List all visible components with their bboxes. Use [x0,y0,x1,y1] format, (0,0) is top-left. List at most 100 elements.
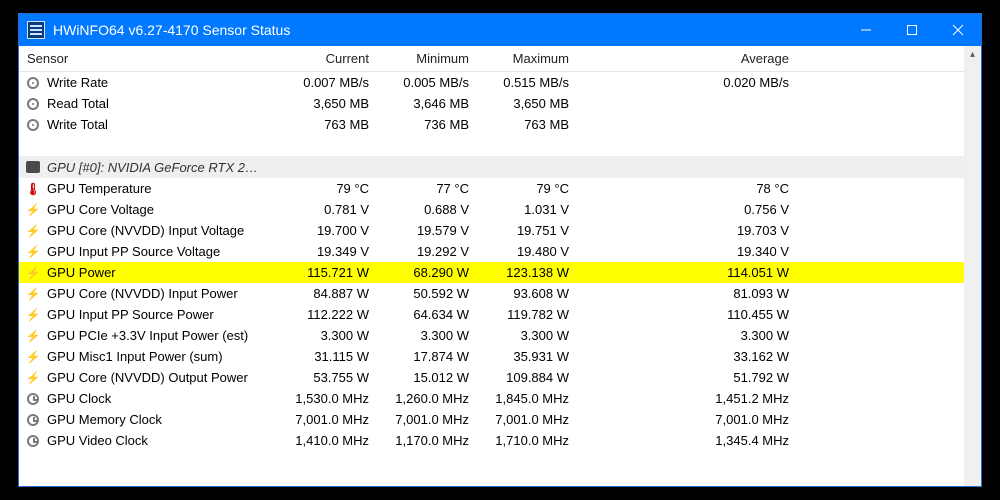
cell-min: 736 MB [379,117,479,132]
table-row[interactable]: ⚡GPU Core (NVVDD) Input Voltage19.700 V1… [19,220,981,241]
table-row[interactable]: ⚡GPU Input PP Source Voltage19.349 V19.2… [19,241,981,262]
cell-min: 1,170.0 MHz [379,433,479,448]
cell-avg: 1,345.4 MHz [579,433,799,448]
sensor-name: GPU Core (NVVDD) Input Power [47,286,279,301]
table-row[interactable]: ⚡GPU PCIe +3.3V Input Power (est)3.300 W… [19,325,981,346]
cell-avg: 78 °C [579,181,799,196]
cell-avg: 7,001.0 MHz [579,412,799,427]
col-header-maximum[interactable]: Maximum [479,51,579,66]
lightning-icon: ⚡ [25,349,41,365]
table-row[interactable]: ⚡GPU Core (NVVDD) Input Power84.887 W50.… [19,283,981,304]
scroll-up-icon[interactable]: ▴ [964,46,981,63]
table-row[interactable]: ⚡GPU Misc1 Input Power (sum)31.115 W17.8… [19,346,981,367]
cell-max: 0.515 MB/s [479,75,579,90]
sensor-name: GPU Misc1 Input Power (sum) [47,349,279,364]
cell-cur: 84.887 W [279,286,379,301]
table-row[interactable]: Write Total763 MB736 MB763 MB [19,114,981,135]
cell-max: 79 °C [479,181,579,196]
table-row[interactable]: 🌡GPU Temperature79 °C77 °C79 °C78 °C [19,178,981,199]
col-header-sensor[interactable]: Sensor [19,51,279,66]
sensor-name: GPU Video Clock [47,433,279,448]
cell-avg: 114.051 W [579,265,799,280]
table-row[interactable]: GPU Memory Clock7,001.0 MHz7,001.0 MHz7,… [19,409,981,430]
cell-min: 15.012 W [379,370,479,385]
sensor-name: GPU Memory Clock [47,412,279,427]
sensor-name: Write Rate [47,75,279,90]
sensor-name: GPU Core (NVVDD) Input Voltage [47,223,279,238]
cell-min: 0.005 MB/s [379,75,479,90]
app-icon [27,21,45,39]
col-header-minimum[interactable]: Minimum [379,51,479,66]
cell-avg: 51.792 W [579,370,799,385]
sensor-name: GPU Core Voltage [47,202,279,217]
cell-cur: 115.721 W [279,265,379,280]
sensor-name: Read Total [47,96,279,111]
cell-cur: 79 °C [279,181,379,196]
thermometer-icon: 🌡 [25,181,41,197]
cell-min: 19.579 V [379,223,479,238]
section-header[interactable]: GPU [#0]: NVIDIA GeForce RTX 2… [19,156,981,178]
cell-max: 763 MB [479,117,579,132]
cell-avg: 19.340 V [579,244,799,259]
sensor-name: Write Total [47,117,279,132]
disk-icon [25,96,41,112]
lightning-icon: ⚡ [25,202,41,218]
table-row[interactable]: ⚡ GPU Core (NVVDD) Output Power53.755 W15… [19,367,981,388]
cell-max: 109.884 W [479,370,579,385]
titlebar[interactable]: HWiNFO64 v6.27-4170 Sensor Status [19,14,981,46]
cell-max: 19.751 V [479,223,579,238]
section-gap [19,135,981,156]
column-header-row[interactable]: Sensor Current Minimum Maximum Average [19,46,981,72]
section-title: GPU [#0]: NVIDIA GeForce RTX 2… [47,160,258,175]
sensor-name: GPU Clock [47,391,279,406]
table-row[interactable]: ⚡ GPU Input PP Source Power112.222 W64.63… [19,304,981,325]
cell-cur: 0.781 V [279,202,379,217]
minimize-button[interactable] [843,14,889,46]
cell-max: 123.138 W [479,265,579,280]
disk-icon [25,117,41,133]
cell-cur: 1,530.0 MHz [279,391,379,406]
cell-cur: 7,001.0 MHz [279,412,379,427]
cell-avg: 0.756 V [579,202,799,217]
close-button[interactable] [935,14,981,46]
lightning-icon: ⚡ [25,370,41,386]
cell-max: 1,845.0 MHz [479,391,579,406]
table-row[interactable]: ⚡GPU Core Voltage0.781 V0.688 V1.031 V0.… [19,199,981,220]
cell-min: 77 °C [379,181,479,196]
table-row[interactable]: Write Rate0.007 MB/s0.005 MB/s0.515 MB/s… [19,72,981,93]
cell-max: 3.300 W [479,328,579,343]
cell-max: 35.931 W [479,349,579,364]
vertical-scrollbar[interactable]: ▴ [964,46,981,486]
table-row[interactable]: ⚡GPU Power115.721 W68.290 W123.138 W114.… [19,262,981,283]
lightning-icon: ⚡ [25,265,41,281]
cell-max: 3,650 MB [479,96,579,111]
table-row[interactable]: Read Total3,650 MB3,646 MB3,650 MB [19,93,981,114]
sensor-name: GPU Core (NVVDD) Output Power [47,370,279,385]
col-header-current[interactable]: Current [279,51,379,66]
col-header-average[interactable]: Average [579,51,799,66]
cell-avg: 1,451.2 MHz [579,391,799,406]
cell-cur: 112.222 W [279,307,379,322]
cell-min: 0.688 V [379,202,479,217]
cell-min: 7,001.0 MHz [379,412,479,427]
cell-min: 68.290 W [379,265,479,280]
cell-min: 64.634 W [379,307,479,322]
clock-icon [25,433,41,449]
sensor-name: GPU Input PP Source Power [47,307,279,322]
lightning-icon: ⚡ [25,307,41,323]
table-row[interactable]: GPU Clock1,530.0 MHz1,260.0 MHz1,845.0 M… [19,388,981,409]
cell-min: 3.300 W [379,328,479,343]
sensor-name: GPU Input PP Source Voltage [47,244,279,259]
clock-icon [25,412,41,428]
lightning-icon: ⚡ [25,244,41,260]
cell-cur: 1,410.0 MHz [279,433,379,448]
cell-cur: 53.755 W [279,370,379,385]
cell-max: 93.608 W [479,286,579,301]
cell-max: 1,710.0 MHz [479,433,579,448]
cell-avg: 0.020 MB/s [579,75,799,90]
gpu-chip-icon [25,159,41,175]
maximize-button[interactable] [889,14,935,46]
cell-max: 19.480 V [479,244,579,259]
table-row[interactable]: GPU Video Clock1,410.0 MHz1,170.0 MHz1,7… [19,430,981,451]
cell-cur: 19.700 V [279,223,379,238]
